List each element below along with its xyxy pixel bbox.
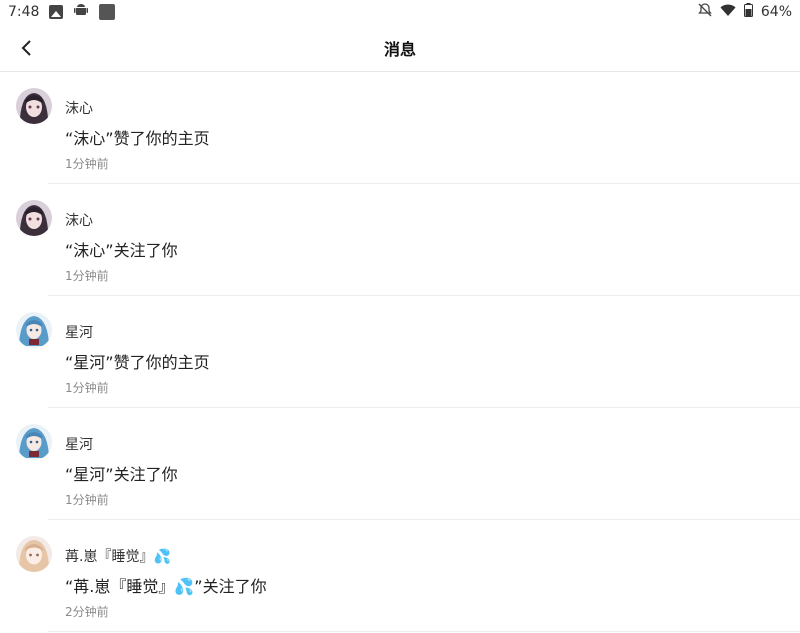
header: 消息 — [0, 24, 800, 72]
message-list: 沫心 “沫心”赞了你的主页 1分钟前 沫心 “沫心”关注了你 1分钟前 星河 “… — [0, 72, 800, 632]
sender-name: 沫心 — [65, 101, 93, 117]
message-text: “苒.崽『睡觉』💦”关注了你 — [65, 577, 267, 596]
timestamp: 1分钟前 — [65, 381, 109, 395]
mute-bell-icon — [698, 3, 712, 21]
wifi-icon — [720, 3, 736, 21]
message-text: “星河”赞了你的主页 — [65, 353, 210, 372]
message-text: “沫心”赞了你的主页 — [65, 129, 210, 148]
timestamp: 2分钟前 — [65, 605, 109, 619]
back-button[interactable] — [12, 34, 40, 62]
status-time: 7:48 — [8, 4, 40, 20]
app-square-icon — [99, 4, 116, 20]
android-icon — [73, 2, 89, 22]
avatar[interactable] — [16, 88, 52, 124]
sender-name: 苒.崽『睡觉』💦 — [65, 549, 171, 565]
sender-name: 沫心 — [65, 213, 93, 229]
message-item[interactable]: 沫心 “沫心”关注了你 1分钟前 — [16, 184, 800, 296]
message-text: “沫心”关注了你 — [65, 241, 178, 260]
battery-icon — [743, 3, 753, 21]
message-item[interactable]: 沫心 “沫心”赞了你的主页 1分钟前 — [16, 72, 800, 184]
status-bar: 7:48 64% — [0, 0, 800, 24]
avatar[interactable] — [16, 424, 52, 460]
sender-name: 星河 — [65, 325, 93, 341]
sender-name: 星河 — [65, 437, 93, 453]
timestamp: 1分钟前 — [65, 157, 109, 171]
avatar[interactable] — [16, 200, 52, 236]
message-item[interactable]: 星河 “星河”赞了你的主页 1分钟前 — [16, 296, 800, 408]
chevron-left-icon — [21, 40, 31, 56]
timestamp: 1分钟前 — [65, 269, 109, 283]
message-item[interactable]: 星河 “星河”关注了你 1分钟前 — [16, 408, 800, 520]
avatar[interactable] — [16, 536, 52, 572]
timestamp: 1分钟前 — [65, 493, 109, 507]
page-title: 消息 — [383, 39, 416, 59]
avatar[interactable] — [16, 312, 52, 348]
image-icon — [49, 5, 64, 19]
message-item[interactable]: 苒.崽『睡觉』💦 “苒.崽『睡觉』💦”关注了你 2分钟前 — [16, 520, 800, 632]
message-text: “星河”关注了你 — [65, 465, 178, 484]
battery-percent: 64% — [760, 4, 792, 20]
